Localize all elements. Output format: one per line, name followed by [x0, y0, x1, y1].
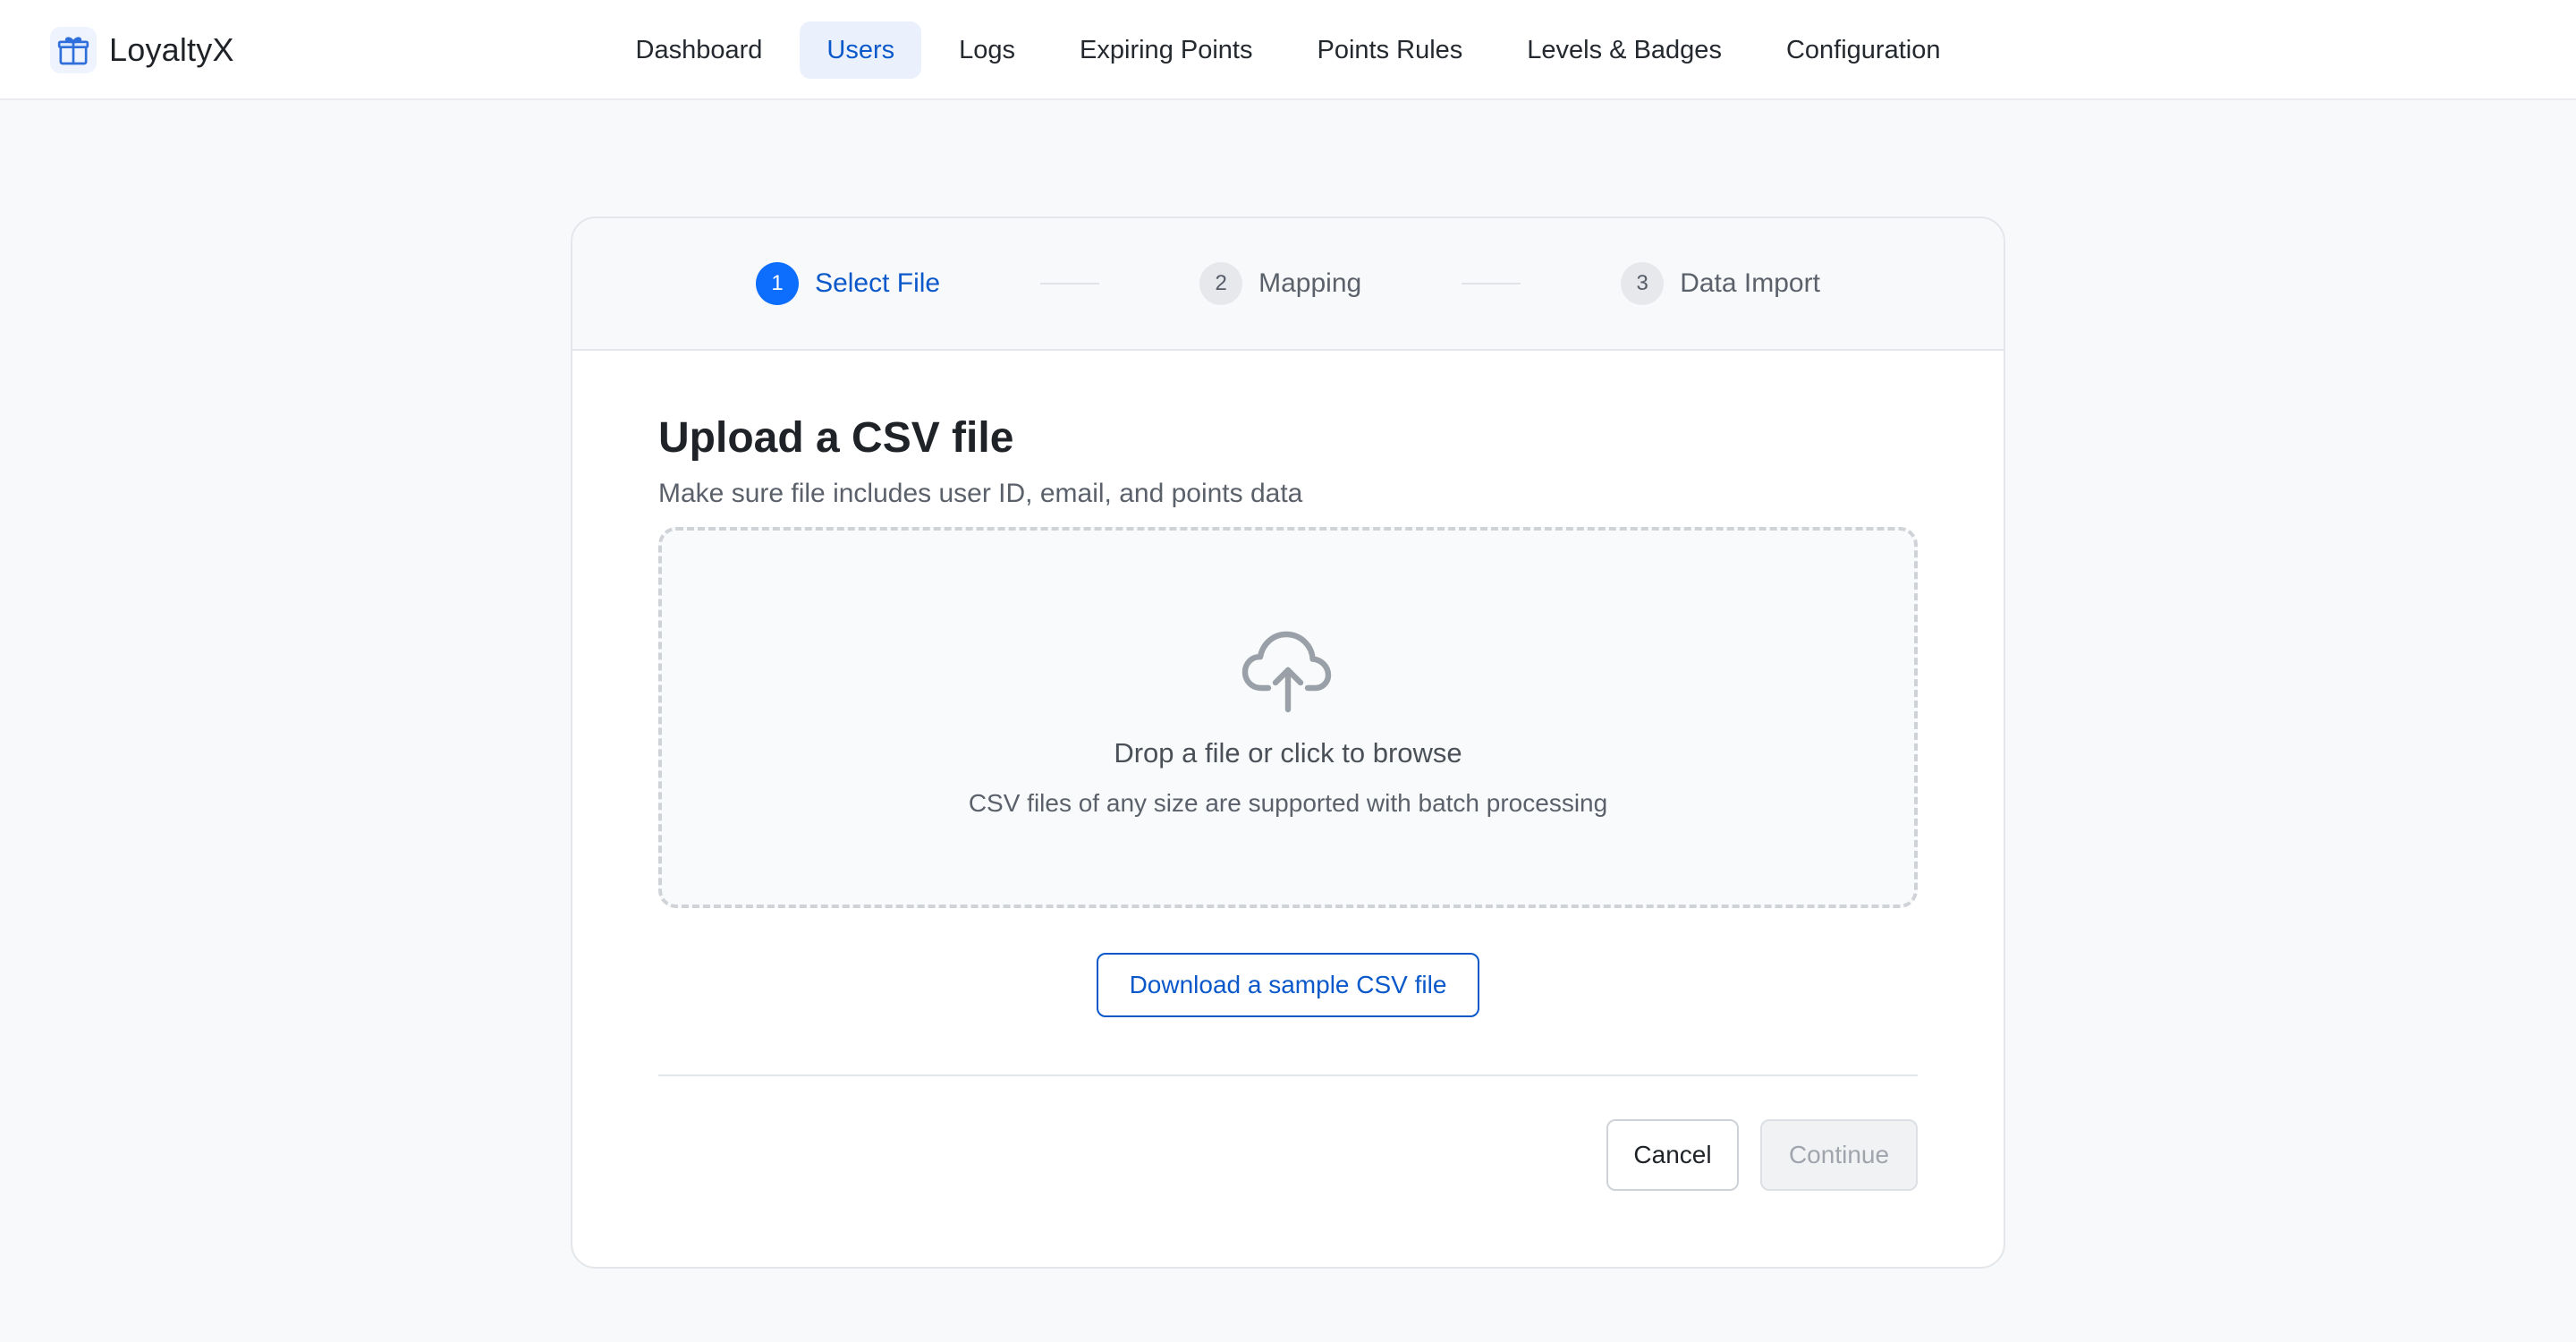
import-card: 1 Select File 2 Mapping 3 Data Import Up… — [571, 217, 2005, 1269]
footer-divider — [658, 1074, 1918, 1076]
dropzone-title: Drop a file or click to browse — [1114, 737, 1462, 769]
card-body: Upload a CSV file Make sure file include… — [658, 351, 1918, 1191]
nav-item-levels-badges[interactable]: Levels & Badges — [1500, 21, 1749, 79]
top-navbar: LoyaltyX Dashboard Users Logs Expiring P… — [0, 0, 2576, 100]
continue-button[interactable]: Continue — [1760, 1119, 1918, 1191]
download-sample-button[interactable]: Download a sample CSV file — [1097, 953, 1479, 1017]
step-select-file: 1 Select File — [756, 262, 940, 305]
cloud-upload-icon — [1240, 627, 1336, 718]
nav-item-configuration[interactable]: Configuration — [1759, 21, 1968, 79]
step-number: 2 — [1199, 262, 1243, 305]
nav-item-dashboard[interactable]: Dashboard — [609, 21, 790, 79]
import-stepper: 1 Select File 2 Mapping 3 Data Import — [572, 218, 2004, 351]
main-nav: Dashboard Users Logs Expiring Points Poi… — [0, 21, 2576, 79]
step-label: Mapping — [1258, 268, 1362, 298]
step-label: Select File — [815, 268, 941, 298]
step-separator — [1462, 283, 1521, 285]
nav-item-logs[interactable]: Logs — [932, 21, 1042, 79]
step-number: 3 — [1621, 262, 1665, 305]
nav-item-points-rules[interactable]: Points Rules — [1290, 21, 1489, 79]
page-title: Upload a CSV file — [658, 414, 1014, 462]
step-mapping: 2 Mapping — [1199, 262, 1361, 305]
nav-item-expiring-points[interactable]: Expiring Points — [1053, 21, 1279, 79]
file-dropzone[interactable]: Drop a file or click to browse CSV files… — [658, 527, 1918, 908]
page-subtitle: Make sure file includes user ID, email, … — [658, 479, 1303, 508]
card-footer: Cancel Continue — [658, 1119, 1918, 1191]
step-separator — [1040, 283, 1100, 285]
nav-item-users[interactable]: Users — [800, 21, 922, 79]
dropzone-hint: CSV files of any size are supported with… — [968, 789, 1608, 817]
step-number: 1 — [756, 262, 800, 305]
step-data-import: 3 Data Import — [1621, 262, 1820, 305]
step-label: Data Import — [1680, 268, 1820, 298]
cancel-button[interactable]: Cancel — [1606, 1119, 1739, 1191]
